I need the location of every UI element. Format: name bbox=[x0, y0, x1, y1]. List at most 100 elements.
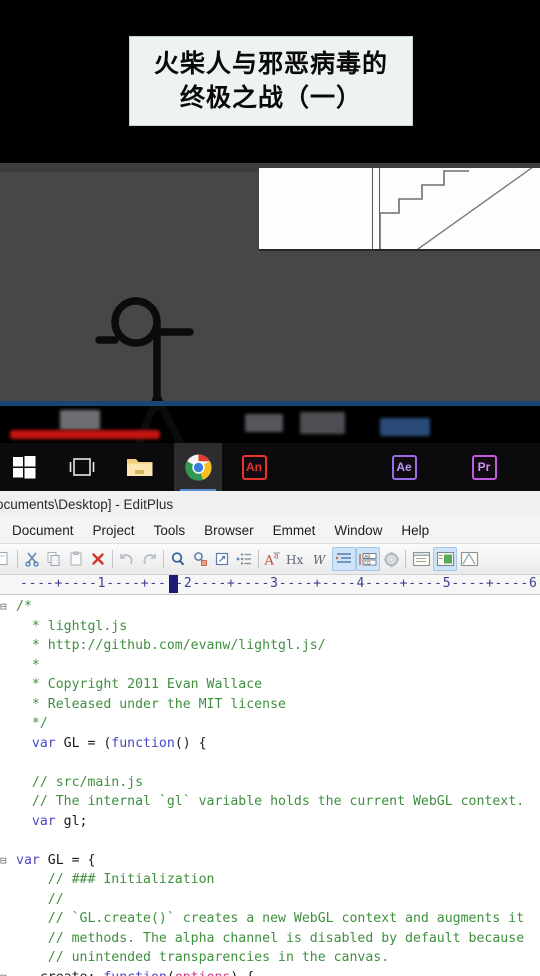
delete-button[interactable] bbox=[87, 547, 109, 571]
code-token: var bbox=[16, 852, 40, 868]
undo-arrow-icon bbox=[120, 553, 133, 564]
bullet-list-icon bbox=[236, 553, 251, 565]
stairs-diagram-icon bbox=[379, 168, 533, 251]
editplus-ruler[interactable]: ----+----1----+----2----+----3----+----4… bbox=[0, 575, 540, 595]
code-line: * Copyright 2011 Evan Wallace bbox=[0, 675, 524, 695]
after-effects-button[interactable]: Ae bbox=[380, 443, 428, 491]
browser-preview-button[interactable] bbox=[433, 547, 457, 571]
svg-text:W: W bbox=[313, 553, 327, 567]
code-line: ⊟ create: function(options) { bbox=[0, 968, 524, 976]
code-line: * lightgl.js bbox=[0, 617, 524, 637]
spell-check-button[interactable]: AB CD bbox=[356, 547, 380, 571]
indent-lines-icon bbox=[336, 553, 351, 563]
blurred-object-1 bbox=[60, 410, 100, 430]
windows-logo-icon bbox=[12, 455, 35, 478]
find-replace-icon bbox=[194, 552, 207, 566]
code-token: * Released under the MIT license bbox=[16, 696, 286, 712]
code-line: // The internal `gl` variable holds the … bbox=[0, 792, 524, 812]
start-button[interactable] bbox=[0, 443, 48, 491]
editplus-titlebar: ocuments\Desktop] - EditPlus bbox=[0, 491, 540, 517]
cut-button[interactable] bbox=[21, 547, 43, 571]
animate-button[interactable]: An bbox=[230, 443, 278, 491]
video-title-line-1: 火柴人与邪恶病毒的 bbox=[153, 49, 388, 79]
goto-line-icon bbox=[215, 552, 229, 566]
blurred-object-3 bbox=[300, 412, 345, 434]
format-font-button[interactable]: A a bbox=[262, 547, 284, 571]
menu-item-browser[interactable]: Browser bbox=[204, 523, 254, 538]
red-x-icon bbox=[92, 553, 104, 565]
fold-marker-icon[interactable]: ⊟ bbox=[0, 968, 16, 976]
editplus-title-text: ocuments\Desktop] - EditPlus bbox=[0, 496, 174, 512]
fold-marker-icon[interactable]: ⊟ bbox=[0, 597, 16, 617]
menu-item-project[interactable]: Project bbox=[93, 523, 135, 538]
menu-item-document[interactable]: Document bbox=[12, 523, 74, 538]
user-tool-icon bbox=[460, 551, 478, 567]
ruler-scale-text: ----+----1----+----2----+----3----+----4… bbox=[20, 576, 540, 591]
hex-icon: Hx bbox=[286, 553, 303, 567]
gear-icon bbox=[383, 551, 399, 567]
code-line: * http://github.com/evanw/lightgl.js/ bbox=[0, 636, 524, 656]
menu-item-emmet[interactable]: Emmet bbox=[273, 523, 316, 538]
menu-item-help[interactable]: Help bbox=[401, 523, 429, 538]
code-token: // src/main.js bbox=[16, 774, 144, 790]
code-token: // `GL.create()` creates a new WebGL con… bbox=[16, 911, 525, 926]
goto-button[interactable] bbox=[211, 547, 233, 571]
code-token: /* bbox=[16, 599, 32, 614]
code-token: // bbox=[16, 891, 64, 907]
code-token: gl; bbox=[55, 813, 88, 829]
redo-button[interactable] bbox=[138, 547, 160, 571]
editplus-window: ocuments\Desktop] - EditPlus Document Pr… bbox=[0, 491, 540, 976]
indent-button[interactable] bbox=[332, 547, 356, 571]
editplus-toolbar: A a Hx W AB CD bbox=[0, 544, 540, 575]
adobe-premiere-icon: Pr bbox=[471, 454, 497, 480]
fold-marker-icon[interactable]: ⊟ bbox=[0, 851, 16, 871]
hex-button[interactable]: Hx bbox=[284, 547, 310, 571]
insert-list-button[interactable] bbox=[233, 547, 255, 571]
preferences-button[interactable] bbox=[380, 547, 402, 571]
code-token: * lightgl.js bbox=[16, 618, 128, 634]
code-token: var bbox=[31, 813, 56, 829]
find-button[interactable] bbox=[167, 547, 189, 571]
code-token: ( bbox=[167, 970, 175, 976]
document-window-button[interactable] bbox=[409, 547, 433, 571]
blurred-object-2 bbox=[245, 414, 283, 432]
blurred-red-object bbox=[10, 430, 160, 439]
code-line: // src/main.js bbox=[0, 773, 524, 793]
word-wrap-button[interactable]: W bbox=[310, 547, 332, 571]
code-token: ) { bbox=[230, 970, 254, 976]
code-line: * bbox=[0, 656, 524, 676]
toolbar-separator-3 bbox=[163, 550, 164, 568]
video-title-card: 火柴人与邪恶病毒的 终极之战（一） bbox=[129, 36, 413, 126]
wrap-W-icon: W bbox=[313, 553, 327, 567]
editplus-editor-area[interactable]: ⊟/* * lightgl.js * http://github.com/eva… bbox=[0, 595, 540, 976]
replace-button[interactable] bbox=[189, 547, 211, 571]
new-document-button[interactable] bbox=[0, 547, 14, 571]
code-line: */ bbox=[0, 714, 524, 734]
task-view-button[interactable] bbox=[58, 443, 106, 491]
undo-button[interactable] bbox=[116, 547, 138, 571]
code-line: // bbox=[0, 890, 524, 910]
svg-text:Hx: Hx bbox=[286, 553, 303, 567]
code-token: options bbox=[175, 970, 231, 976]
task-view-icon bbox=[69, 458, 95, 476]
file-explorer-button[interactable] bbox=[116, 443, 164, 491]
toolbar-separator-1 bbox=[17, 550, 18, 568]
user-tool-button[interactable] bbox=[457, 547, 481, 571]
code-token: create: bbox=[16, 970, 103, 976]
menu-item-window[interactable]: Window bbox=[334, 523, 382, 538]
editor-code-body[interactable]: ⊟/* * lightgl.js * http://github.com/eva… bbox=[0, 597, 524, 976]
code-token: * bbox=[16, 657, 40, 673]
magnifier-icon bbox=[171, 552, 185, 566]
copy-button[interactable] bbox=[43, 547, 65, 571]
toolbar-separator-4 bbox=[258, 550, 259, 568]
toolbar-separator-5 bbox=[405, 550, 406, 568]
windows-taskbar: An Ae Pr Ps bbox=[0, 443, 540, 491]
paste-button[interactable] bbox=[65, 547, 87, 571]
code-token: // The internal `gl` variable holds the … bbox=[16, 794, 525, 809]
premiere-button[interactable]: Pr bbox=[460, 443, 508, 491]
chrome-button[interactable] bbox=[174, 443, 222, 491]
menu-item-tools[interactable]: Tools bbox=[154, 523, 186, 538]
